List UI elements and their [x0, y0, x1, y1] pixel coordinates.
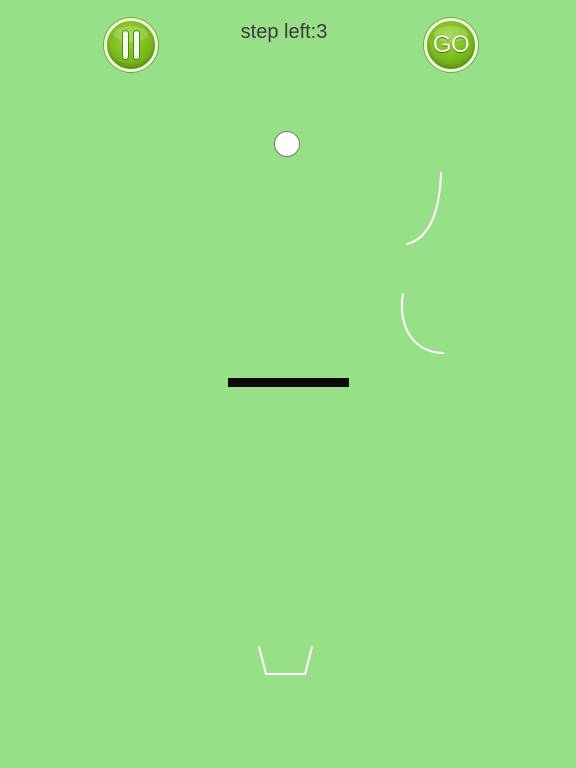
go-label: GO: [432, 31, 470, 58]
steps-left-counter: step left:3: [240, 21, 328, 43]
go-button[interactable]: GO: [424, 18, 478, 72]
curved-ramp-lower: [401, 293, 444, 354]
curved-ramp-upper: [406, 172, 442, 245]
black-platform: [228, 378, 349, 387]
target-cup: [258, 646, 313, 675]
game-stage: step left:3 GO: [0, 0, 576, 768]
ball: [274, 131, 300, 157]
